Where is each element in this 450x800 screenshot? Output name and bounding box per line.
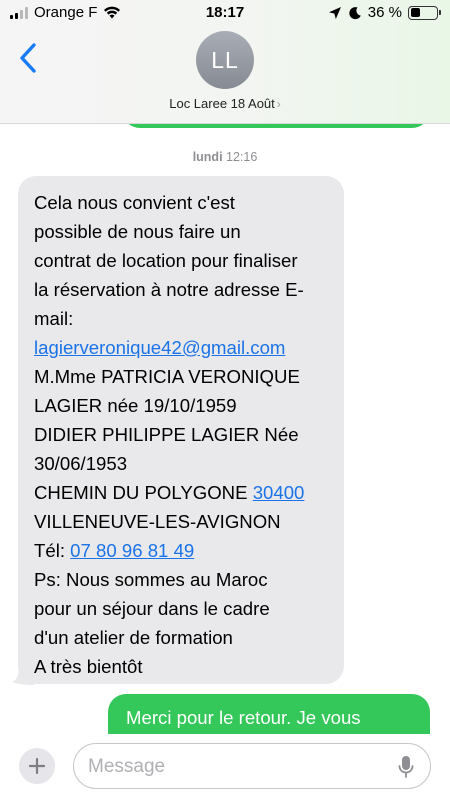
message-field[interactable] — [73, 743, 431, 789]
battery-percent: 36 % — [367, 4, 402, 21]
message-line: M.Mme PATRICIA VERONIQUE — [34, 366, 300, 387]
incoming-message-bubble[interactable]: Cela nous convient c'est possible de nou… — [12, 176, 344, 685]
message-line: mail: — [34, 308, 74, 329]
message-line: pour un séjour dans le cadre — [34, 598, 270, 619]
message-line: d'un atelier de formation — [34, 627, 233, 648]
microphone-icon[interactable] — [398, 755, 414, 779]
status-bar: Orange F 18:17 36 % — [0, 0, 450, 26]
phone-label: Tél: — [34, 540, 71, 561]
message-timestamp: lundi 12:16 — [0, 150, 450, 164]
bubble-tail — [12, 665, 34, 685]
phone-link[interactable]: 07 80 96 81 49 — [70, 540, 194, 561]
contact-avatar[interactable]: LL — [196, 31, 254, 89]
message-line: la réservation à notre adresse E- — [34, 279, 304, 300]
focus-moon-icon — [349, 6, 361, 19]
plus-icon — [29, 758, 45, 774]
message-line: possible de nous faire un — [34, 221, 241, 242]
message-line: DIDIER PHILIPPE LAGIER Née — [34, 424, 299, 445]
message-line: contrat de location pour finaliser — [34, 250, 298, 271]
message-line: LAGIER née 19/10/1959 — [34, 395, 237, 416]
email-link[interactable]: lagierveronique42@gmail.com — [34, 337, 285, 358]
contact-name: Loc Laree 18 Août — [169, 96, 275, 111]
message-line: Ps: Nous sommes au Maroc — [34, 569, 268, 590]
message-input[interactable] — [88, 755, 378, 779]
apps-plus-button[interactable] — [19, 748, 55, 784]
status-right: 36 % — [328, 4, 441, 21]
composer-bar — [0, 734, 450, 800]
signal-icon — [10, 6, 28, 19]
chevron-right-icon: › — [276, 97, 281, 111]
timestamp-time: 12:16 — [226, 150, 258, 164]
contact-name-button[interactable]: Loc Laree 18 Août › — [0, 96, 450, 111]
status-left: Orange F — [10, 4, 121, 21]
message-line: 30/06/1953 — [34, 453, 128, 474]
timestamp-day: lundi — [192, 150, 223, 164]
address-street: CHEMIN DU POLYGONE — [34, 482, 253, 503]
message-line: Cela nous convient c'est — [34, 192, 235, 213]
wifi-icon — [104, 6, 121, 19]
address-city: VILLENEUVE-LES-AVIGNON — [34, 511, 281, 532]
back-button[interactable] — [14, 40, 44, 76]
outgoing-message-text: Merci pour le retour. Je vous — [126, 707, 361, 728]
postal-code-link[interactable]: 30400 — [253, 482, 305, 503]
battery-level — [410, 8, 420, 17]
battery-icon — [408, 5, 441, 20]
back-chevron-icon — [20, 43, 36, 73]
location-arrow-icon — [328, 6, 341, 19]
carrier-name: Orange F — [34, 4, 98, 21]
message-line: A très bientôt — [34, 656, 143, 677]
